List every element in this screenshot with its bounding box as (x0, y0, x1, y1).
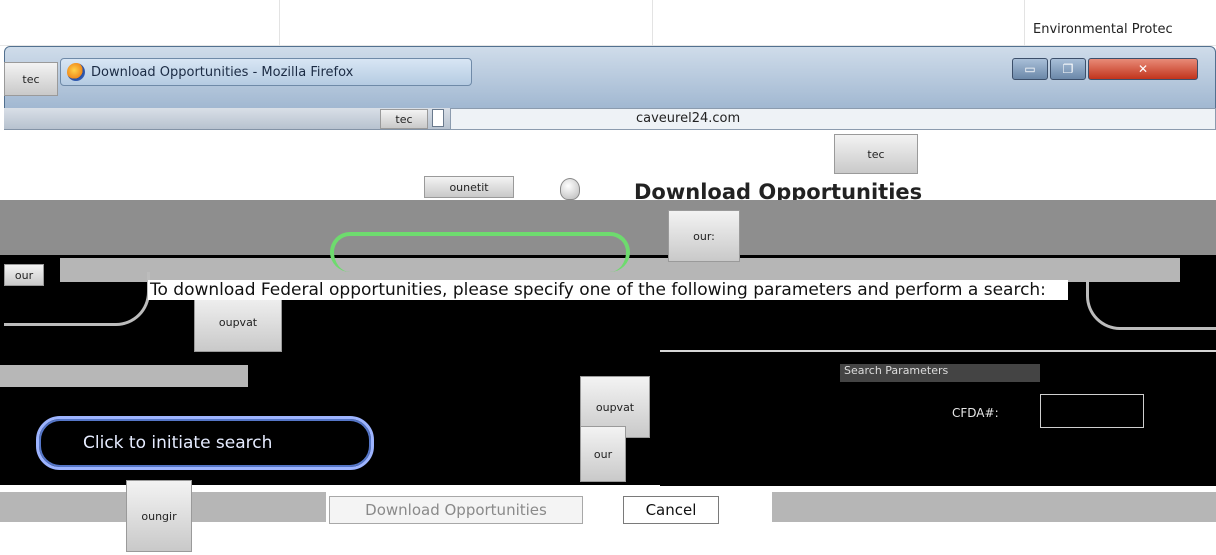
address-text: caveurel24.com (636, 111, 741, 126)
thumbnail-tab[interactable]: our: (668, 210, 740, 262)
decor-outline (1086, 280, 1216, 330)
thumbnail-tab[interactable]: oungir (126, 480, 192, 552)
grid-divider (652, 0, 653, 46)
highlight-outline (330, 232, 630, 272)
window-title: Download Opportunities - Mozilla Firefox (91, 64, 354, 80)
action-bar-strip (772, 492, 1216, 522)
content-band (0, 365, 248, 387)
address-bar-tab[interactable]: tec (380, 109, 428, 129)
minimize-button[interactable]: ▭ (1012, 58, 1048, 80)
thumbnail-tab[interactable]: our (580, 426, 626, 482)
cancel-button[interactable]: Cancel (623, 496, 719, 524)
thumbnail-tab[interactable]: our (4, 264, 44, 286)
cfda-input[interactable] (1040, 394, 1144, 428)
cfda-label: CFDA#: (952, 406, 999, 420)
window-titlebar[interactable]: Download Opportunities - Mozilla Firefox (60, 58, 472, 86)
background-app-title: Environmental Protec (1033, 22, 1173, 37)
lightbulb-icon (560, 178, 580, 200)
close-button[interactable]: ✕ (1088, 58, 1198, 80)
thumbnail-tab[interactable]: ounetit (424, 176, 514, 198)
thumbnail-tab[interactable]: oupvat (194, 292, 282, 352)
lock-icon (432, 109, 444, 127)
grid-divider (279, 0, 280, 46)
address-field[interactable] (450, 108, 1216, 130)
grid-divider (1024, 0, 1025, 46)
download-opportunities-button[interactable]: Download Opportunities (329, 496, 583, 524)
firefox-icon (67, 63, 85, 81)
thumbnail-tab[interactable]: tec (834, 134, 918, 174)
search-parameters-label: Search Parameters (840, 364, 1040, 382)
thumbnail-tab[interactable]: tec (4, 62, 58, 96)
initiate-search-button[interactable]: Click to initiate search (36, 416, 374, 470)
instruction-text: To download Federal opportunities, pleas… (148, 280, 1068, 300)
maximize-button[interactable]: ❐ (1050, 58, 1086, 80)
